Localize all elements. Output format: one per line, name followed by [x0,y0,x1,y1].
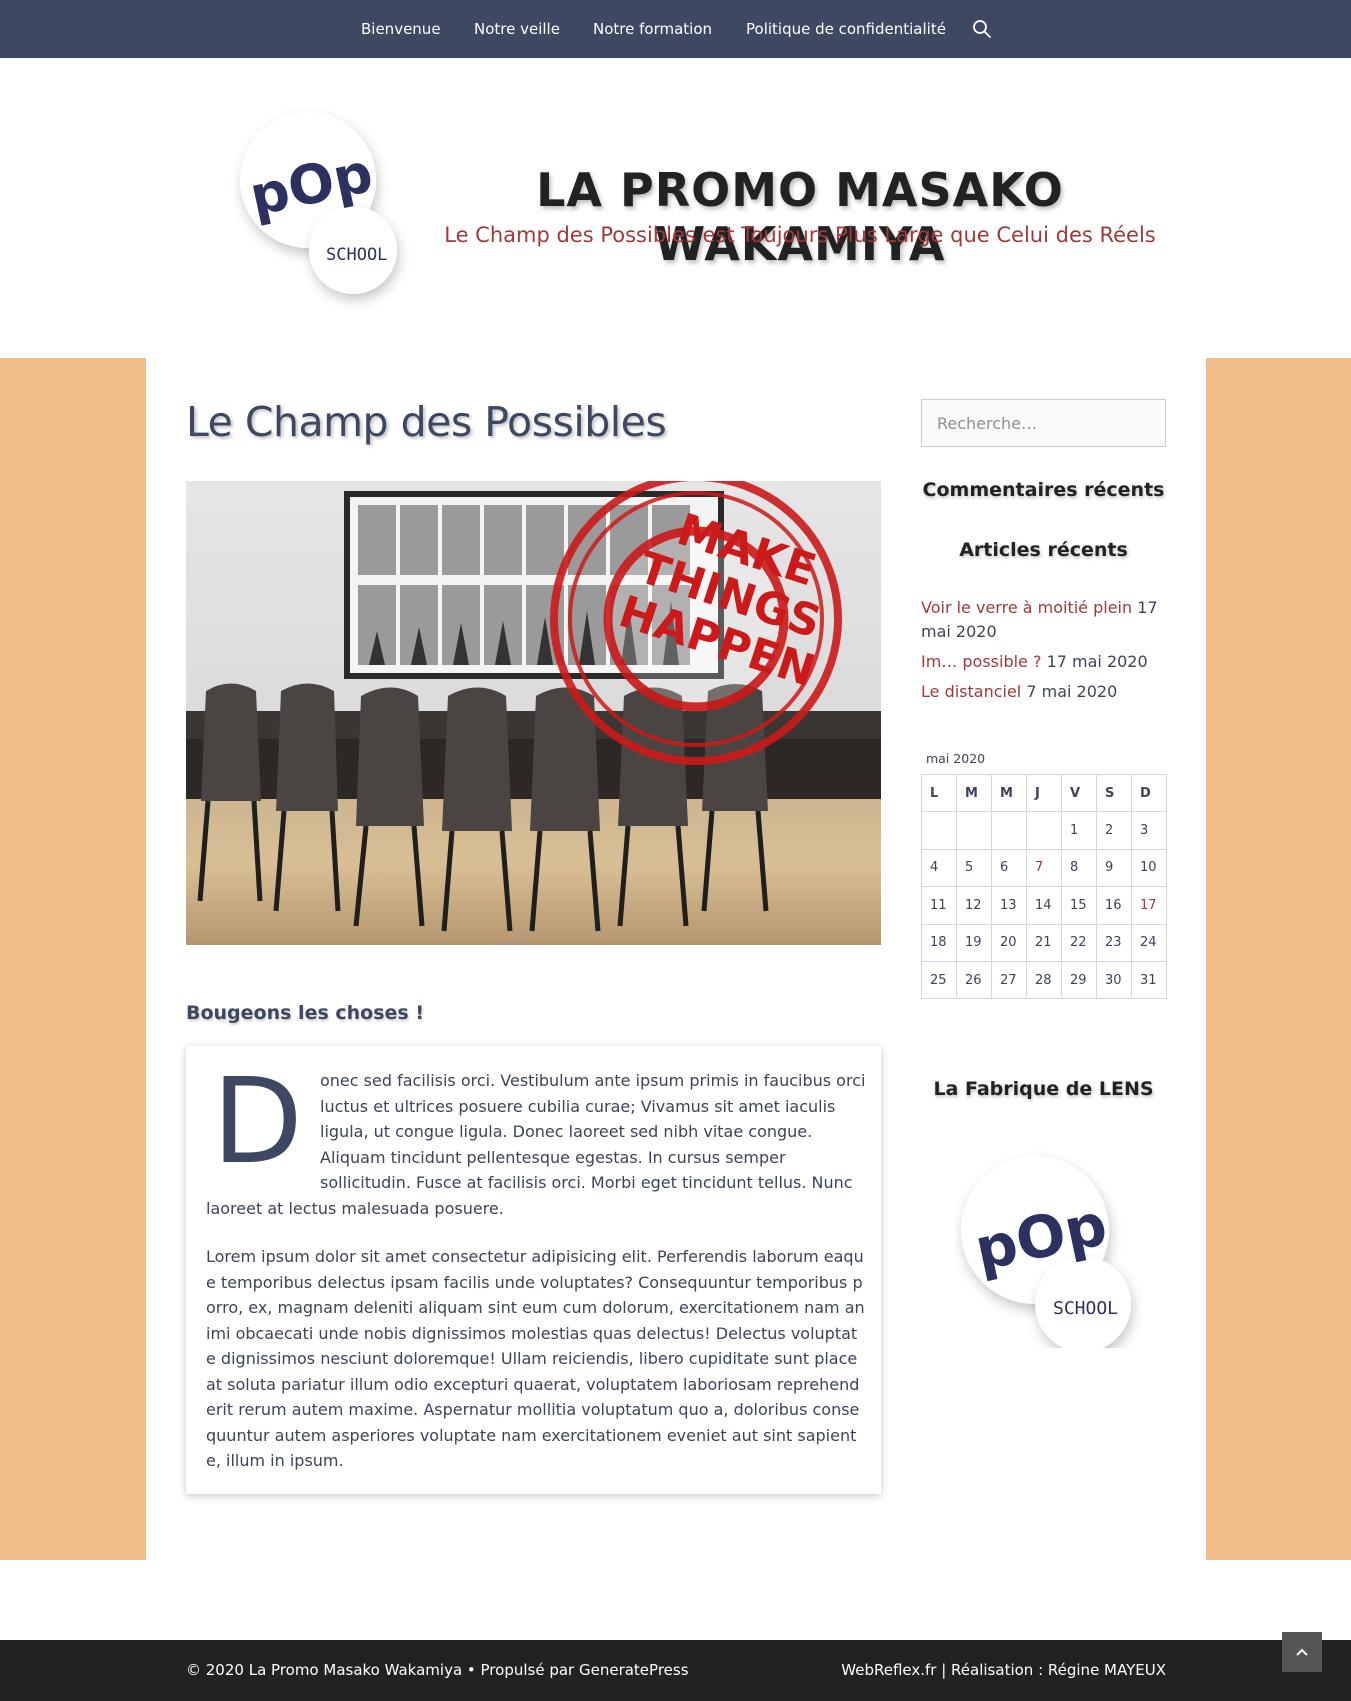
site-footer: © 2020 La Promo Masako Wakamiya • Propul… [0,1640,1351,1701]
calendar-widget: L M M J V S D 1 2 3 4 5 6 7 8 9 10 11 12 13 14 15 16 17 1… [921,773,1167,1000]
calendar-empty-cell [956,811,992,850]
calendar-body: 1 2 3 4 5 6 7 8 9 10 11 12 13 14 15 16 17 18 19 20 21 22 23 24 2… [921,811,1167,1000]
calendar-day: 10 [1131,848,1167,888]
calendar-weekday: J [1026,773,1062,813]
page-title: Le Champ des Possibles [186,398,667,446]
calendar-day: 2 [1096,811,1132,850]
calendar-week-row: 4 5 6 7 8 9 10 [921,848,1167,888]
calendar-empty-cell [1026,811,1062,850]
footer-copyright[interactable]: © 2020 La Promo Masako Wakamiya • Propul… [186,1640,689,1701]
article-paragraph-1: onec sed facilisis orci. Vestibulum ante… [206,1068,866,1221]
nav-item-bienvenue[interactable]: Bienvenue [361,0,441,58]
nav-item-politique[interactable]: Politique de confidentialité [746,0,946,58]
calendar-empty-cell [991,811,1027,850]
calendar-empty-cell [921,811,957,850]
calendar-weekday: V [1061,773,1097,813]
calendar-caption: mai 2020 [926,751,986,766]
site-tagline: Le Champ des Possibles est Toujours Plus… [444,223,1156,247]
site-header: pOp SCHOOL LA PROMO MASAKO WAKAMIYA Le C… [0,58,1351,358]
back-to-top-button[interactable] [1282,1632,1322,1672]
calendar-day: 1 [1061,811,1097,850]
list-item: Im… possible ? 17 mai 2020 [921,650,1166,674]
chevron-up-icon [1296,1648,1308,1656]
hero-image: MAKE THINGS HAPPEN [186,481,881,945]
calendar-day: 20 [991,923,1027,962]
calendar-day[interactable]: 17 [1131,886,1167,925]
calendar-day: 31 [1131,960,1167,1000]
site-logo[interactable]: pOp SCHOOL [228,108,418,308]
calendar-day: 26 [956,960,992,1000]
calendar-day: 28 [1026,960,1062,1000]
calendar-weekday: M [956,773,992,813]
article-card: D onec sed facilisis orci. Vestibulum an… [186,1046,881,1494]
calendar-day: 5 [956,848,992,888]
calendar-day: 19 [956,923,992,962]
calendar-day: 11 [921,886,957,925]
calendar-day: 30 [1096,960,1132,1000]
calendar-day: 3 [1131,811,1167,850]
calendar-day: 16 [1096,886,1132,925]
post-date: 17 mai 2020 [1046,652,1148,671]
calendar-day[interactable]: 7 [1026,848,1062,888]
top-navigation: Bienvenue Notre veille Notre formation P… [0,0,1351,58]
sidebar-search-input[interactable] [921,399,1166,447]
calendar-week-row: 123 [921,811,1167,850]
nav-menu: Bienvenue Notre veille Notre formation P… [0,0,1351,58]
calendar-day: 14 [1026,886,1062,925]
calendar-day: 27 [991,960,1027,1000]
fabrique-title: La Fabrique de LENS [933,1078,1154,1100]
post-date: 7 mai 2020 [1026,682,1118,701]
footer-credits[interactable]: WebReflex.fr | Réalisation : Régine MAYE… [841,1640,1166,1701]
calendar-day: 6 [991,848,1027,888]
search-icon[interactable] [972,19,992,39]
calendar-day: 22 [1061,923,1097,962]
calendar-day: 21 [1026,923,1062,962]
article-paragraph-2: Lorem ipsum dolor sit amet consectetur a… [206,1247,865,1470]
fabrique-logo[interactable]: pOp SCHOOL [955,1148,1145,1348]
recent-post-link[interactable]: Im… possible ? [921,652,1041,671]
site-title[interactable]: LA PROMO MASAKO WAKAMIYA [420,163,1180,271]
calendar-weekday: D [1131,773,1167,813]
nav-item-notre-veille[interactable]: Notre veille [474,0,560,58]
calendar-day: 23 [1096,923,1132,962]
logo-school-text: SCHOOL [1053,1298,1118,1319]
calendar-day: 18 [921,923,957,962]
calendar-weekday: M [991,773,1027,813]
logo-school-text: SCHOOL [326,245,387,265]
calendar-weekday: S [1096,773,1132,813]
calendar-header-row: L M M J V S D [921,773,1167,813]
calendar-day: 24 [1131,923,1167,962]
list-item: Le distanciel 7 mai 2020 [921,680,1166,704]
calendar-day: 25 [921,960,957,1000]
calendar-day: 15 [1061,886,1097,925]
calendar-day: 12 [956,886,992,925]
calendar-day: 29 [1061,960,1097,1000]
calendar-week-row: 18 19 20 21 22 23 24 [921,923,1167,962]
calendar-weekday: L [921,773,957,813]
recent-post-link[interactable]: Le distanciel [921,682,1021,701]
recent-comments-title: Commentaires récents [922,479,1165,501]
calendar-day: 8 [1061,848,1097,888]
recent-posts-title: Articles récents [959,539,1128,561]
recent-posts-list: Voir le verre à moitié plein 17 mai 2020… [921,596,1166,710]
calendar-day: 9 [1096,848,1132,888]
calendar-week-row: 11 12 13 14 15 16 17 [921,886,1167,925]
nav-item-notre-formation[interactable]: Notre formation [593,0,712,58]
section-title: Bougeons les choses ! [186,1002,425,1024]
recent-post-link[interactable]: Voir le verre à moitié plein [921,598,1132,617]
calendar-day: 13 [991,886,1027,925]
calendar-day: 4 [921,848,957,888]
list-item: Voir le verre à moitié plein 17 mai 2020 [921,596,1166,644]
calendar-week-row: 25 26 27 28 29 30 31 [921,960,1167,1000]
